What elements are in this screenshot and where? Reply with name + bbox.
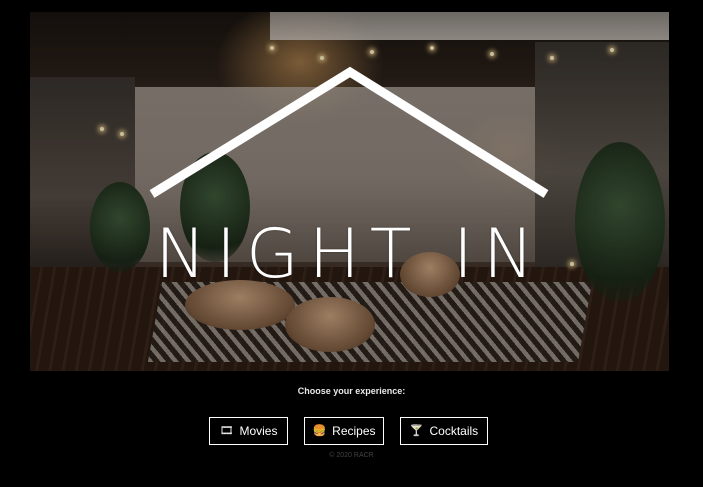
cocktails-button[interactable]: 🍸 Cocktails: [400, 417, 488, 445]
film-icon: 🎞: [219, 424, 234, 437]
recipes-button[interactable]: 🍔 Recipes: [304, 417, 384, 445]
hero-image: NIGHT IN: [30, 12, 669, 371]
experience-buttons: 🎞 Movies 🍔 Recipes 🍸 Cocktails: [0, 417, 703, 447]
copyright-footer: © 2020 RACR: [329, 452, 374, 459]
recipes-label: Recipes: [332, 424, 376, 438]
cocktails-label: Cocktails: [429, 424, 479, 438]
cocktail-icon: 🍸: [409, 424, 424, 437]
house-roof-logo: [149, 66, 549, 198]
burger-icon: 🍔: [312, 424, 327, 437]
experience-prompt: Choose your experience:: [297, 386, 406, 396]
movies-label: Movies: [239, 424, 278, 438]
logo-text: NIGHT IN: [155, 215, 544, 294]
movies-button[interactable]: 🎞 Movies: [209, 417, 288, 445]
